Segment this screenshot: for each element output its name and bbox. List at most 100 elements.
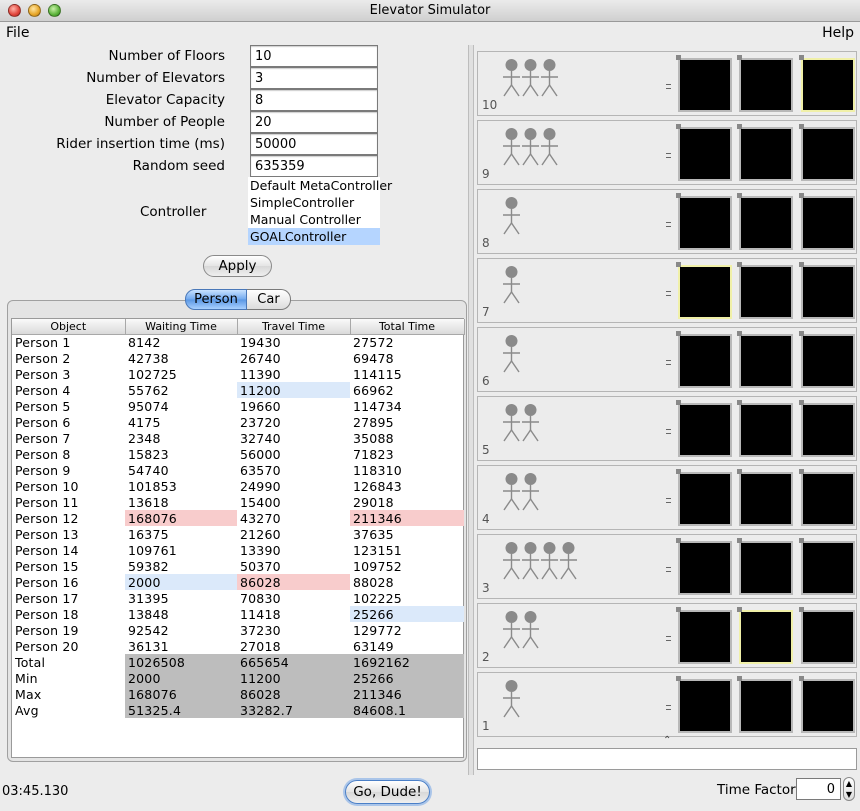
- table-row[interactable]: Person 11 13618 15400 29018: [12, 494, 464, 510]
- results-table[interactable]: Object Waiting Time Travel Time Total Ti…: [11, 318, 465, 758]
- elevator-car-slot[interactable]: [676, 469, 732, 526]
- summary-row[interactable]: Avg 51325.4 33282.7 84608.1: [12, 702, 464, 718]
- status-field[interactable]: [477, 748, 857, 770]
- elevator-car-slot[interactable]: [737, 262, 793, 319]
- elevator-car-slot[interactable]: [676, 262, 732, 319]
- cell-travel: 33282.7: [237, 702, 350, 718]
- cell-travel: 24990: [240, 478, 281, 494]
- floor-3: 3: [477, 534, 857, 599]
- table-row[interactable]: Person 3 102725 11390 114115: [12, 366, 464, 382]
- table-row[interactable]: Person 15 59382 50370 109752: [12, 558, 464, 574]
- elevator-car-slot[interactable]: [737, 676, 793, 733]
- controller-option-selected[interactable]: GOALController: [248, 228, 380, 245]
- column-header-waiting[interactable]: Waiting Time: [125, 319, 238, 335]
- elevator-car-slot[interactable]: [799, 331, 855, 388]
- cell-total: 35088: [353, 430, 394, 446]
- elevator-car-slot[interactable]: [676, 607, 732, 664]
- elevator-car-slot[interactable]: [737, 400, 793, 457]
- summary-row[interactable]: Total 1026508 665654 1692162: [12, 654, 464, 670]
- column-header-total[interactable]: Total Time: [350, 319, 465, 335]
- elevator-car-slot[interactable]: [676, 331, 732, 388]
- table-row[interactable]: Person 19 92542 37230 129772: [12, 622, 464, 638]
- person-icon: [502, 196, 521, 236]
- table-row[interactable]: Person 17 31395 70830 102225: [12, 590, 464, 606]
- table-row[interactable]: Person 16 2000 86028 88028: [12, 574, 464, 590]
- elevator-car-slot[interactable]: [676, 538, 732, 595]
- go-button[interactable]: Go, Dude!: [345, 780, 430, 804]
- table-row[interactable]: Person 5 95074 19660 114734: [12, 398, 464, 414]
- elevator-car-slot[interactable]: [676, 193, 732, 250]
- cell-object: Total: [15, 654, 46, 670]
- car-marker-icon: [737, 193, 742, 198]
- summary-row[interactable]: Max 168076 86028 211346: [12, 686, 464, 702]
- elevator-car-slot[interactable]: [737, 124, 793, 181]
- elevator-car-slot[interactable]: [676, 124, 732, 181]
- elevators-input[interactable]: [250, 67, 378, 89]
- car-marker-icon: [737, 676, 742, 681]
- elevator-car-slot[interactable]: [737, 55, 793, 112]
- table-row[interactable]: Person 10 101853 24990 126843: [12, 478, 464, 494]
- elevator-car-slot[interactable]: [799, 55, 855, 112]
- controller-list[interactable]: Default MetaController SimpleController …: [248, 177, 392, 245]
- cell-travel: 19660: [240, 398, 281, 414]
- menu-file[interactable]: File: [6, 25, 29, 41]
- apply-button[interactable]: Apply: [203, 255, 272, 277]
- table-row[interactable]: Person 18 13848 11418 25266: [12, 606, 464, 622]
- car-marker-icon: [676, 193, 681, 198]
- cell-object: Person 8: [15, 446, 71, 462]
- elevator-car-slot[interactable]: [799, 193, 855, 250]
- table-row[interactable]: Person 9 54740 63570 118310: [12, 462, 464, 478]
- controller-option[interactable]: Default MetaController: [248, 177, 392, 194]
- table-row[interactable]: Person 14 109761 13390 123151: [12, 542, 464, 558]
- table-row[interactable]: Person 7 2348 32740 35088: [12, 430, 464, 446]
- elevator-car-slot[interactable]: [799, 538, 855, 595]
- call-indicator-icon: [666, 222, 671, 227]
- floor-10: 10: [477, 51, 857, 116]
- controller-option[interactable]: SimpleController: [248, 194, 380, 211]
- elevator-car-slot[interactable]: [676, 676, 732, 733]
- menu-help[interactable]: Help: [822, 25, 854, 41]
- cell-waiting: 51325.4: [125, 702, 237, 718]
- time-factor-input[interactable]: [796, 778, 841, 800]
- elevator-car-slot[interactable]: [799, 262, 855, 319]
- person-icon: [502, 403, 521, 443]
- table-row[interactable]: Person 8 15823 56000 71823: [12, 446, 464, 462]
- floors-input[interactable]: [250, 45, 378, 67]
- column-header-object[interactable]: Object: [12, 319, 126, 335]
- table-row[interactable]: Person 13 16375 21260 37635: [12, 526, 464, 542]
- table-row[interactable]: Person 1 8142 19430 27572: [12, 334, 464, 350]
- elevator-car-slot[interactable]: [799, 607, 855, 664]
- elevator-car-slot[interactable]: [737, 538, 793, 595]
- chevron-down-icon[interactable]: ▼: [844, 789, 854, 800]
- capacity-input[interactable]: [250, 89, 378, 111]
- elevator-car-slot[interactable]: [676, 55, 732, 112]
- elevator-car-slot[interactable]: [737, 331, 793, 388]
- people-input[interactable]: [250, 111, 378, 133]
- tab-car[interactable]: Car: [247, 289, 291, 310]
- elevator-car-slot[interactable]: [799, 469, 855, 526]
- insertion-time-input[interactable]: [250, 133, 378, 155]
- controller-option[interactable]: Manual Controller: [248, 211, 380, 228]
- elevator-car-slot[interactable]: [799, 124, 855, 181]
- table-row[interactable]: Person 2 42738 26740 69478: [12, 350, 464, 366]
- table-row[interactable]: Person 20 36131 27018 63149: [12, 638, 464, 654]
- time-factor-stepper[interactable]: ▲ ▼: [843, 777, 855, 801]
- elevator-car-slot[interactable]: [799, 676, 855, 733]
- elevator-car-slot[interactable]: [676, 400, 732, 457]
- elevator-car-slot[interactable]: [799, 400, 855, 457]
- column-header-travel[interactable]: Travel Time: [237, 319, 351, 335]
- floor-5: 5: [477, 396, 857, 461]
- table-row[interactable]: Person 12 168076 43270 211346: [12, 510, 464, 526]
- summary-row[interactable]: Min 2000 11200 25266: [12, 670, 464, 686]
- table-row[interactable]: Person 6 4175 23720 27895: [12, 414, 464, 430]
- elevator-car-slot[interactable]: [737, 193, 793, 250]
- elevator-car-slot[interactable]: [737, 607, 793, 664]
- cell-travel: 11418: [240, 606, 281, 622]
- cell-waiting: 16375: [128, 526, 169, 542]
- tab-person[interactable]: Person: [185, 289, 247, 310]
- elevator-car-slot[interactable]: [737, 469, 793, 526]
- seed-input[interactable]: [250, 155, 378, 177]
- table-row[interactable]: Person 4 55762 11200 66962: [12, 382, 464, 398]
- chevron-up-icon[interactable]: ▲: [844, 778, 854, 789]
- waiting-people: [502, 472, 540, 512]
